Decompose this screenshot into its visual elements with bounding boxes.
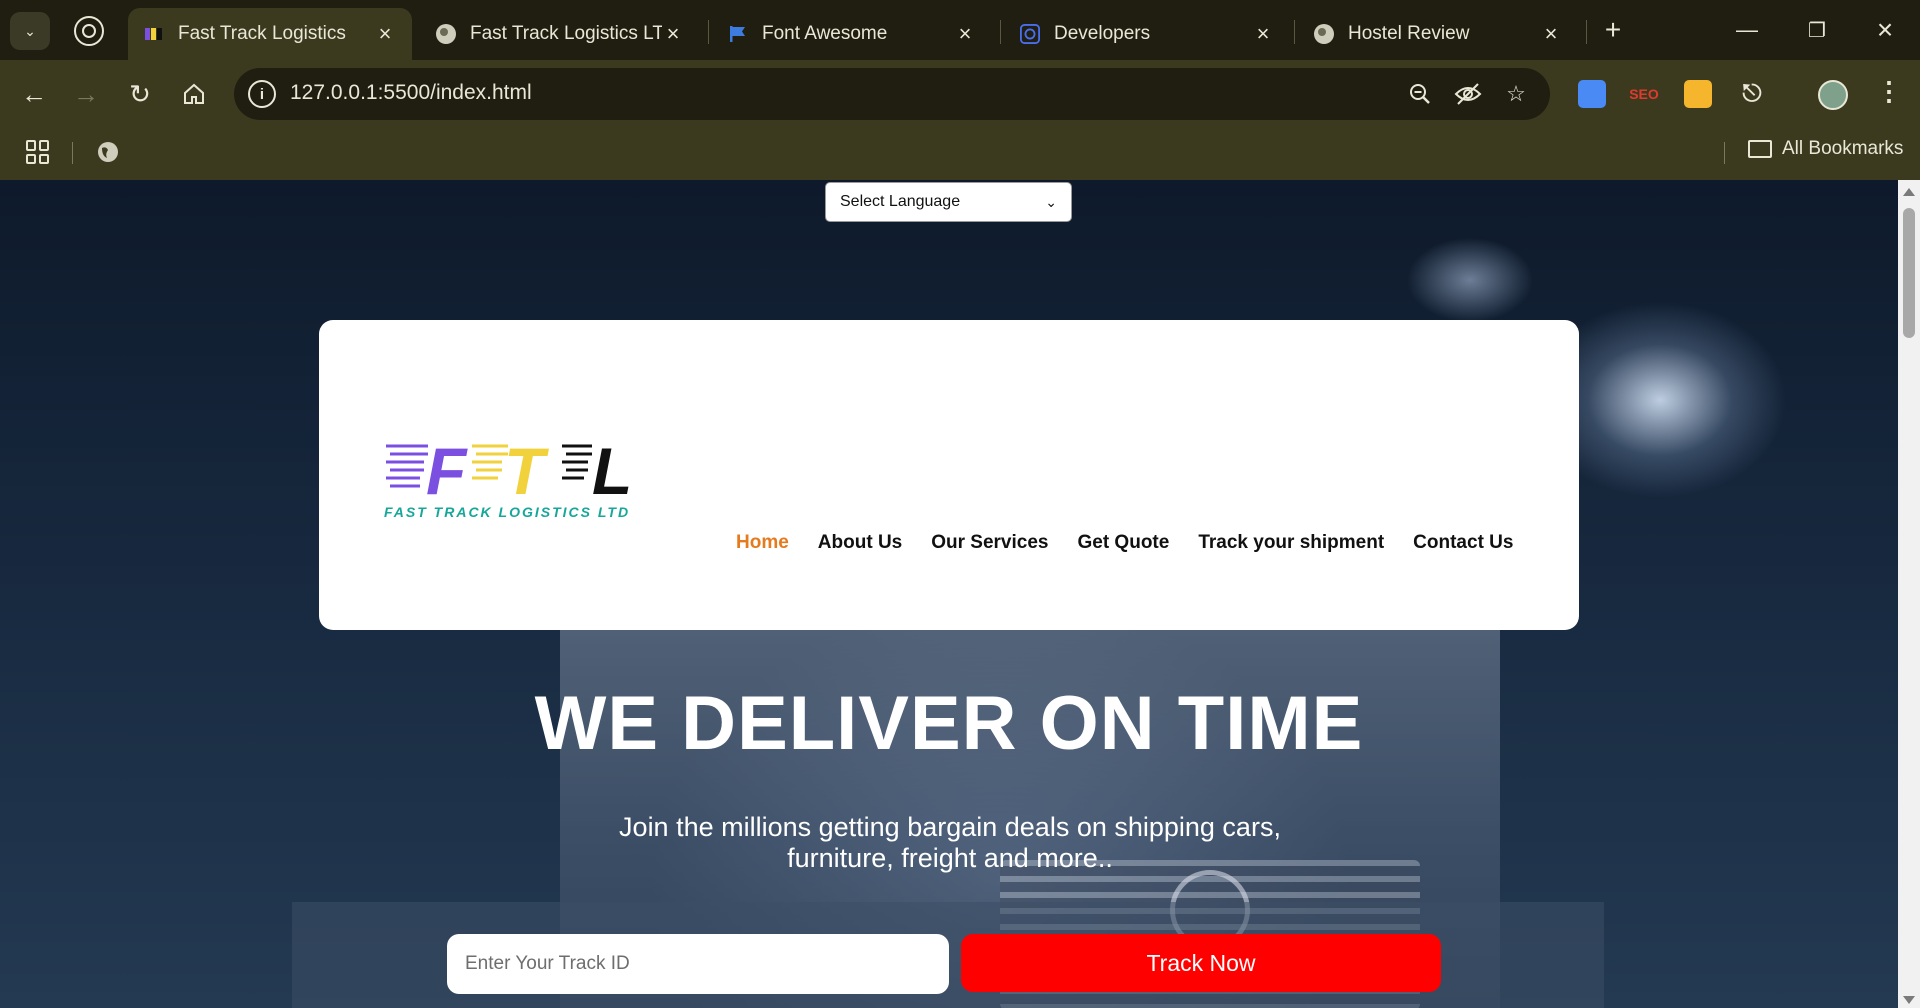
tab-separator [708, 20, 709, 44]
tab-label: Developers [1054, 23, 1151, 44]
forward-arrow-icon[interactable]: → [66, 74, 106, 114]
ftl-logo-mark: F T L [386, 434, 632, 502]
chevron-down-icon: ⌄ [1045, 193, 1057, 210]
menu-dots-icon[interactable]: ⋮ [1876, 76, 1902, 107]
close-tab-icon[interactable]: × [1540, 21, 1562, 47]
bookmark-separator [1724, 142, 1725, 164]
site-header: F T L FAST TRACK LOGISTICS LTD Home Abou… [319, 320, 1579, 630]
close-window-icon[interactable]: × [1862, 12, 1908, 48]
bookmarks-bar: All Bookmarks [0, 128, 1920, 180]
tab-developers[interactable]: Developers × [1004, 8, 1290, 60]
developers-icon [1020, 24, 1040, 44]
home-icon[interactable] [174, 74, 214, 114]
tab-separator [1000, 20, 1001, 44]
close-tab-icon[interactable]: × [954, 21, 976, 47]
ftl-favicon-icon [144, 24, 164, 44]
seo-extension-icon[interactable]: SEO [1629, 80, 1659, 108]
tab-separator [1294, 20, 1295, 44]
nav-about-us[interactable]: About Us [818, 532, 902, 554]
page-viewport: Select Language ⌄ F T L FAST TRACK LOGIS… [0, 180, 1920, 1008]
scroll-down-arrow-icon[interactable] [1903, 996, 1915, 1004]
language-select-value: Select Language [840, 193, 961, 210]
tab-label: Font Awesome [762, 23, 888, 44]
hero-subtitle-line: Join the millions getting bargain deals … [619, 812, 1281, 842]
close-tab-icon[interactable]: × [374, 21, 396, 47]
tab-search-button[interactable]: ⌄ [10, 12, 50, 50]
docs-extension-icon[interactable] [1578, 80, 1606, 108]
tab-font-awesome[interactable]: Font Awesome × [712, 8, 992, 60]
star-icon[interactable]: ☆ [1502, 80, 1530, 108]
track-now-button[interactable]: Track Now [961, 934, 1441, 992]
logo-letter-l: L [592, 434, 632, 502]
nav-contact-us[interactable]: Contact Us [1413, 532, 1513, 554]
scroll-up-arrow-icon[interactable] [1903, 188, 1915, 196]
language-select[interactable]: Select Language ⌄ [825, 182, 1072, 222]
reload-icon[interactable]: ↻ [120, 74, 160, 114]
logo-tagline: FAST TRACK LOGISTICS LTD [384, 504, 631, 520]
new-tab-plus-icon[interactable]: + [1590, 12, 1636, 48]
close-tab-icon[interactable]: × [662, 21, 684, 47]
address-bar[interactable]: i 127.0.0.1:5500/index.html ☆ [234, 68, 1550, 120]
tab-separator [1586, 20, 1587, 44]
track-id-input[interactable] [447, 934, 949, 994]
scroll-thumb[interactable] [1903, 208, 1915, 338]
tab-label: Fast Track Logistics LTD [470, 23, 662, 44]
flag-icon [728, 24, 748, 44]
logo-letter-f: F [426, 434, 468, 502]
hero-subtitle: Join the millions getting bargain deals … [600, 812, 1300, 874]
tab-fast-track-logistics-ltd[interactable]: Fast Track Logistics LTD × [420, 8, 700, 60]
logo-letter-t: T [504, 434, 549, 502]
tab-strip: ⌄ Fast Track Logistics × Fast Track Logi… [0, 0, 1920, 60]
minimize-icon[interactable]: — [1724, 12, 1770, 48]
chatgpt-app-icon[interactable] [74, 16, 104, 46]
close-tab-icon[interactable]: × [1252, 21, 1274, 47]
apps-grid-icon[interactable] [26, 140, 50, 164]
profile-avatar[interactable] [1818, 80, 1848, 110]
browser-toolbar: ← → ↻ i 127.0.0.1:5500/index.html ☆ SEO … [0, 60, 1920, 128]
bookmark-separator [72, 142, 73, 164]
tab-hostel-review[interactable]: Hostel Review × [1298, 8, 1578, 60]
chevron-down-icon: ⌄ [24, 22, 36, 39]
eye-slash-icon[interactable] [1454, 80, 1482, 108]
nav-track-shipment[interactable]: Track your shipment [1198, 532, 1384, 554]
tab-label: Hostel Review [1348, 23, 1470, 44]
all-bookmarks-button[interactable]: All Bookmarks [1748, 138, 1903, 160]
hero-title: WE DELIVER ON TIME [534, 681, 1364, 766]
folder-icon [1748, 140, 1772, 158]
tab-fast-track-logistics[interactable]: Fast Track Logistics × [128, 8, 412, 60]
ftl-logo[interactable]: F T L FAST TRACK LOGISTICS LTD [384, 432, 654, 532]
puzzle-color-extension-icon[interactable] [1684, 80, 1712, 108]
page-scrollbar[interactable] [1898, 180, 1920, 1008]
main-nav: Home About Us Our Services Get Quote Tra… [736, 532, 1513, 554]
globe-bookmark-icon[interactable] [96, 140, 120, 164]
restore-icon[interactable]: ❐ [1794, 12, 1840, 48]
nav-get-quote[interactable]: Get Quote [1077, 532, 1169, 554]
nav-home[interactable]: Home [736, 532, 789, 554]
extensions-puzzle-icon[interactable]: ⎋ [1738, 80, 1766, 108]
nav-our-services[interactable]: Our Services [931, 532, 1048, 554]
globe-icon [436, 24, 456, 44]
tab-label: Fast Track Logistics [178, 23, 346, 44]
address-url[interactable]: 127.0.0.1:5500/index.html [290, 81, 532, 105]
back-arrow-icon[interactable]: ← [14, 74, 54, 114]
hero-subtitle-line: furniture, freight and more.. [787, 843, 1113, 873]
zoom-icon[interactable] [1406, 80, 1434, 108]
site-info-icon[interactable]: i [248, 80, 276, 108]
all-bookmarks-label: All Bookmarks [1782, 138, 1904, 159]
globe-icon [1314, 24, 1334, 44]
